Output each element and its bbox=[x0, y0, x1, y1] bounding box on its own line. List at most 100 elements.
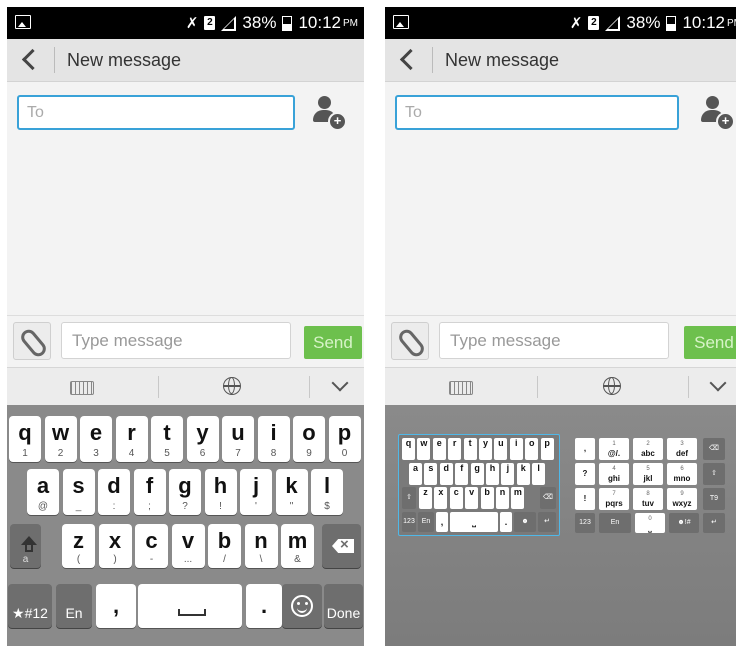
key-d[interactable]: d: bbox=[98, 469, 130, 515]
key-z[interactable]: z( bbox=[62, 524, 95, 568]
mini-key-g[interactable]: g bbox=[470, 463, 484, 485]
mini-key-i[interactable]: i bbox=[509, 438, 523, 460]
mini-key-r[interactable]: r bbox=[448, 438, 462, 460]
key-k[interactable]: k " bbox=[275, 469, 308, 515]
pad-punct-key[interactable]: , bbox=[575, 438, 595, 460]
recipient-input[interactable]: To bbox=[395, 95, 679, 130]
pad-key-9[interactable]: 9 wxyz bbox=[667, 488, 697, 510]
chevron-down-icon[interactable] bbox=[331, 374, 349, 392]
message-input[interactable]: Type message bbox=[61, 322, 291, 359]
mini-number-key[interactable]: 123 bbox=[402, 512, 416, 532]
backspace-key[interactable] bbox=[322, 524, 361, 568]
key-r[interactable]: r4 bbox=[115, 416, 148, 462]
mini-key-t[interactable]: t bbox=[463, 438, 477, 460]
key-x[interactable]: x) bbox=[98, 524, 132, 568]
mini-key-u[interactable]: u bbox=[494, 438, 508, 460]
key-n[interactable]: n \ bbox=[244, 524, 278, 568]
key-q[interactable]: q1 bbox=[9, 416, 41, 462]
mini-key-b[interactable]: b bbox=[480, 487, 494, 509]
mini-comma-key[interactable]: , bbox=[436, 512, 448, 532]
mini-key-p[interactable]: p bbox=[540, 438, 554, 460]
mini-key-k[interactable]: k bbox=[516, 463, 530, 485]
mini-key-m[interactable]: m bbox=[511, 487, 525, 509]
pad-zero-key[interactable]: 0 ⎵ bbox=[635, 513, 665, 533]
period-key[interactable]: . bbox=[246, 584, 282, 628]
pad-key-5[interactable]: 5 jkl bbox=[633, 463, 663, 485]
pad-key-6[interactable]: 6 mno bbox=[667, 463, 697, 485]
mini-key-l[interactable]: l bbox=[532, 463, 546, 485]
key-m[interactable]: m & bbox=[281, 524, 314, 568]
key-u[interactable]: u7 bbox=[222, 416, 254, 462]
key-t[interactable]: t5 bbox=[151, 416, 183, 462]
mini-key-f[interactable]: f bbox=[455, 463, 469, 485]
key-e[interactable]: e3 bbox=[80, 416, 112, 462]
pad-key-1[interactable]: 1 @/. bbox=[599, 438, 629, 460]
language-key[interactable]: En bbox=[56, 584, 92, 628]
key-b[interactable]: b / bbox=[208, 524, 241, 568]
space-key[interactable] bbox=[138, 584, 242, 628]
pad-shift-key[interactable]: ⇧ bbox=[703, 463, 725, 485]
mini-key-n[interactable]: n bbox=[496, 487, 509, 509]
send-button[interactable]: Send bbox=[304, 326, 362, 359]
attach-icon[interactable] bbox=[13, 322, 51, 360]
mini-key-d[interactable]: d bbox=[439, 463, 453, 485]
pad-enter-key[interactable]: ↵ bbox=[703, 513, 725, 533]
recipient-input[interactable]: To bbox=[17, 95, 295, 130]
pad-key-3[interactable]: 3 def bbox=[667, 438, 697, 460]
key-l[interactable]: l $ bbox=[311, 469, 343, 515]
mini-key-e[interactable]: e bbox=[432, 438, 446, 460]
mini-key-w[interactable]: w bbox=[417, 438, 431, 460]
send-button[interactable]: Send bbox=[684, 326, 736, 359]
mini-language-key[interactable]: En bbox=[418, 512, 434, 532]
attach-icon[interactable] bbox=[391, 322, 429, 360]
key-a[interactable]: a @ bbox=[27, 469, 59, 515]
symbols-key[interactable]: ★#12 bbox=[8, 584, 52, 628]
comma-key[interactable]: , bbox=[96, 584, 136, 628]
mini-period-key[interactable]: . bbox=[500, 512, 512, 532]
mini-key-q[interactable]: q bbox=[402, 438, 415, 460]
key-h[interactable]: h! bbox=[204, 469, 237, 515]
back-icon[interactable] bbox=[395, 43, 425, 77]
mini-enter-key[interactable]: ↵ bbox=[538, 512, 556, 532]
done-key[interactable]: Done bbox=[324, 584, 363, 628]
key-p[interactable]: p0 bbox=[328, 416, 361, 462]
pad-number-key[interactable]: 123 bbox=[575, 513, 595, 533]
message-input[interactable]: Type message bbox=[439, 322, 669, 359]
mini-key-j[interactable]: j bbox=[501, 463, 515, 485]
pad-language-key[interactable]: En bbox=[599, 513, 631, 533]
mini-key-h[interactable]: h bbox=[486, 463, 499, 485]
pad-punct-key[interactable]: ! bbox=[575, 488, 595, 510]
globe-icon[interactable] bbox=[223, 377, 241, 395]
pad-symbols-key[interactable]: ☻!# bbox=[669, 513, 699, 533]
mini-key-z[interactable]: z bbox=[419, 487, 432, 509]
key-w[interactable]: w2 bbox=[44, 416, 77, 462]
key-j[interactable]: j ' bbox=[240, 469, 272, 515]
pad-backspace-key[interactable]: ⌫ bbox=[703, 438, 725, 460]
pad-key-7[interactable]: 7 pqrs bbox=[599, 488, 629, 510]
emoji-key[interactable] bbox=[282, 584, 322, 628]
pad-key-2[interactable]: 2 abc bbox=[633, 438, 663, 460]
mini-key-s[interactable]: s bbox=[424, 463, 438, 485]
keyboard-layout-icon[interactable] bbox=[70, 381, 94, 395]
mini-key-a[interactable]: a bbox=[409, 463, 422, 485]
mini-emoji-key[interactable]: ☻ bbox=[514, 512, 536, 532]
mini-shift-key[interactable]: ⇧ bbox=[402, 487, 416, 509]
key-o[interactable]: o9 bbox=[293, 416, 325, 462]
key-v[interactable]: v... bbox=[171, 524, 205, 568]
mini-key-x[interactable]: x bbox=[434, 487, 448, 509]
pad-key-4[interactable]: 4 ghi bbox=[599, 463, 629, 485]
key-g[interactable]: g? bbox=[169, 469, 201, 515]
back-icon[interactable] bbox=[17, 43, 47, 77]
mini-key-c[interactable]: c bbox=[449, 487, 463, 509]
add-contact-icon[interactable]: + bbox=[310, 95, 347, 131]
pad-t9-key[interactable]: T9 bbox=[703, 488, 725, 510]
keyboard-layout-icon[interactable] bbox=[449, 381, 473, 395]
mini-key-y[interactable]: y bbox=[479, 438, 492, 460]
shift-key[interactable]: a bbox=[10, 524, 41, 568]
pad-key-8[interactable]: 8 tuv bbox=[633, 488, 663, 510]
globe-icon[interactable] bbox=[603, 377, 621, 395]
key-f[interactable]: f; bbox=[133, 469, 166, 515]
key-s[interactable]: s _ bbox=[62, 469, 95, 515]
pad-punct-key[interactable]: ? bbox=[575, 463, 595, 485]
mini-backspace-key[interactable]: ⌫ bbox=[540, 487, 556, 509]
